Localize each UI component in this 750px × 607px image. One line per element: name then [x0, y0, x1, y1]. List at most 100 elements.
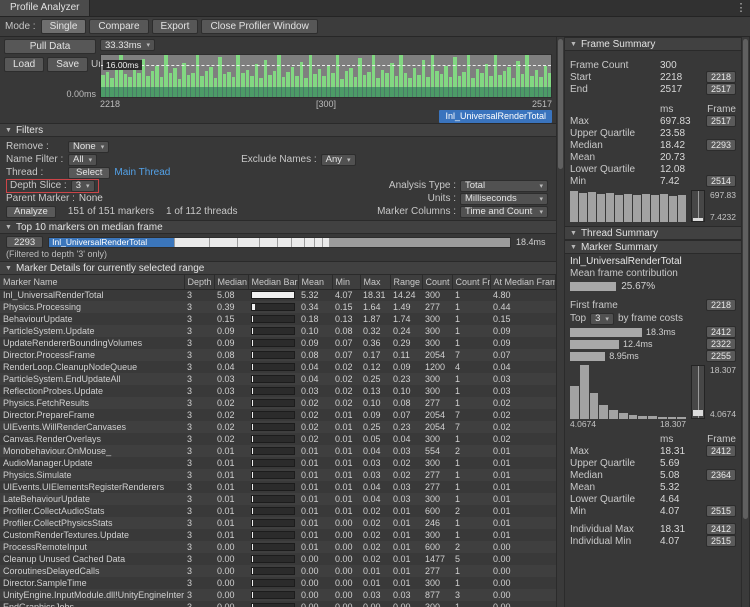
table-row[interactable]: Profiler.CollectAudioStats30.010.010.010… [0, 505, 556, 517]
top10-segment [315, 238, 322, 247]
filters-title: Filters [16, 125, 43, 136]
column-header[interactable]: Median [214, 275, 248, 289]
median-bar [251, 483, 295, 491]
column-header[interactable]: Count Frame [452, 275, 490, 289]
left-scrollbar[interactable] [556, 37, 565, 607]
frame-badge[interactable]: 2412 [706, 445, 736, 457]
export-button[interactable]: Export [152, 19, 199, 34]
thread-select-button[interactable]: Select [68, 167, 110, 179]
table-row[interactable]: UnityEngine.InputModule.dll!UnityEngineI… [0, 589, 556, 601]
filters-section-header[interactable]: ▼ Filters [0, 123, 556, 137]
table-row[interactable]: UIEvents.UIElementsRegisterRenderers30.0… [0, 481, 556, 493]
frame-badge[interactable]: 2218 [706, 299, 736, 311]
tab-profile-analyzer[interactable]: Profile Analyzer [0, 0, 90, 16]
chevron-down-icon: ▾ [539, 182, 543, 190]
column-header[interactable]: Count [422, 275, 452, 289]
frame-cost-bar [570, 352, 605, 361]
top10-bar[interactable]: Inl_UniversalRenderTotal [48, 237, 511, 248]
table-row[interactable]: LateBehaviourUpdate30.010.010.010.040.03… [0, 493, 556, 505]
table-row[interactable]: Director.ProcessFrame30.080.080.070.170.… [0, 349, 556, 361]
frame-badge[interactable]: 2517 [706, 83, 736, 95]
table-row[interactable]: EndGraphicsJobs30.000.000.000.000.003001… [0, 601, 556, 607]
top10-filter-note: (Filtered to depth '3' only) [0, 249, 556, 261]
close-profiler-window-button[interactable]: Close Profiler Window [201, 19, 317, 34]
frame-badge[interactable]: 2364 [706, 469, 736, 481]
marker-columns-dropdown[interactable]: Time and Count ▾ [460, 206, 548, 218]
remove-dropdown[interactable]: None ▾ [68, 141, 109, 153]
foldout-arrow-icon: ▼ [5, 224, 12, 231]
table-row[interactable]: ParticleSystem.Update30.090.100.080.320.… [0, 325, 556, 337]
frame-badge[interactable]: 2515 [706, 505, 736, 517]
table-row[interactable]: CoroutinesDelayedCalls30.000.000.000.010… [0, 565, 556, 577]
name-filter-dropdown[interactable]: All ▾ [68, 154, 97, 166]
selected-marker-badge[interactable]: Inl_UniversalRenderTotal [439, 110, 552, 123]
frame-badge[interactable]: 2322 [706, 338, 736, 350]
save-button[interactable]: Save [47, 57, 88, 72]
stat-row: Median5.082364 [565, 469, 741, 481]
frame-badge[interactable]: 2412 [706, 523, 736, 535]
column-header[interactable]: Min [332, 275, 360, 289]
mode-compare-button[interactable]: Compare [89, 19, 148, 34]
median-bar [251, 591, 295, 599]
table-row[interactable]: Physics.Processing30.390.340.151.641.492… [0, 301, 556, 313]
table-row[interactable]: UIEvents.WillRenderCanvases30.020.020.01… [0, 421, 556, 433]
table-row[interactable]: Physics.Simulate30.010.010.010.030.02277… [0, 469, 556, 481]
column-header[interactable]: Depth [184, 275, 214, 289]
frame-badge[interactable]: 2255 [706, 350, 736, 362]
dropdown-value: 33.33ms [105, 40, 141, 51]
mode-single-button[interactable]: Single [41, 19, 87, 34]
table-row[interactable]: Profiler.CollectPhysicsStats30.010.010.0… [0, 517, 556, 529]
marker-summary-section-header[interactable]: ▼ Marker Summary [565, 240, 741, 254]
frame-badge[interactable]: 2412 [706, 326, 736, 338]
table-row[interactable]: BehaviourUpdate30.150.180.131.871.743001… [0, 313, 556, 325]
window-menu-icon[interactable]: ⋮ [732, 0, 750, 16]
frame-time-graph[interactable]: 16.00ms [100, 54, 552, 98]
table-row[interactable]: ReflectionProbes.Update30.030.030.020.13… [0, 385, 556, 397]
table-row[interactable]: ParticleSystem.EndUpdateAll30.030.040.02… [0, 373, 556, 385]
units-dropdown[interactable]: Milliseconds ▾ [460, 193, 548, 205]
table-row[interactable]: Physics.FetchResults30.020.020.020.100.0… [0, 397, 556, 409]
frame-badge[interactable]: 2293 [706, 139, 736, 151]
table-row[interactable]: Cleanup Unused Cached Data30.000.000.000… [0, 553, 556, 565]
table-row[interactable]: Inl_UniversalRenderTotal35.085.324.0718.… [0, 289, 556, 301]
column-header[interactable]: Marker Name [0, 275, 184, 289]
column-header[interactable]: Range [390, 275, 422, 289]
table-row[interactable]: UpdateRendererBoundingVolumes30.090.090.… [0, 337, 556, 349]
table-row[interactable]: Director.PrepareFrame30.020.020.010.090.… [0, 409, 556, 421]
depth-slice-dropdown[interactable]: 3 ▾ [71, 180, 95, 192]
marker-details-section-header[interactable]: ▼ Marker Details for currently selected … [0, 261, 556, 275]
dropdown-value: 3 [595, 313, 600, 324]
exclude-names-dropdown[interactable]: Any ▾ [321, 154, 356, 166]
analyze-button[interactable]: Analyze [6, 206, 56, 218]
median-frame-badge[interactable]: 2293 [6, 236, 43, 248]
right-scrollbar-thumb[interactable] [743, 39, 748, 519]
table-row[interactable]: AudioManager.Update30.010.010.010.030.02… [0, 457, 556, 469]
thread-summary-section-header[interactable]: ▼ Thread Summary [565, 226, 741, 240]
analysis-type-dropdown[interactable]: Total ▾ [460, 180, 548, 192]
chevron-down-icon: ▾ [101, 143, 105, 151]
table-row[interactable]: Monobehaviour.OnMouse_30.010.010.010.040… [0, 445, 556, 457]
frame-badge[interactable]: 2515 [706, 535, 736, 547]
frame-badge[interactable]: 2218 [706, 71, 736, 83]
left-scrollbar-thumb[interactable] [558, 39, 563, 169]
table-row[interactable]: RenderLoop.CleanupNodeQueue30.040.040.02… [0, 361, 556, 373]
frame-badge[interactable]: 2514 [706, 175, 736, 187]
frame-badge[interactable]: 2517 [706, 115, 736, 127]
column-header[interactable]: At Median Frame [490, 275, 556, 289]
load-button[interactable]: Load [4, 57, 44, 72]
top10-section-header[interactable]: ▼ Top 10 markers on median frame [0, 220, 556, 234]
column-header[interactable]: Median Bar [248, 275, 298, 289]
table-row[interactable]: CustomRenderTextures.Update30.010.010.00… [0, 529, 556, 541]
column-header[interactable]: Max [360, 275, 390, 289]
table-row[interactable]: ProcessRemoteInput30.000.010.000.020.016… [0, 541, 556, 553]
table-row[interactable]: Director.SampleTime30.000.000.000.010.01… [0, 577, 556, 589]
column-header[interactable]: Mean [298, 275, 332, 289]
stat-row: Max18.312412 [565, 445, 741, 457]
frame-summary-section-header[interactable]: ▼ Frame Summary [565, 37, 741, 51]
table-row[interactable]: Canvas.RenderOverlays30.020.020.010.050.… [0, 433, 556, 445]
right-scrollbar[interactable] [741, 37, 750, 607]
top-n-dropdown[interactable]: 3 ▾ [590, 313, 614, 325]
frame-cost-bar [570, 340, 619, 349]
frame-range-dropdown[interactable]: 33.33ms ▾ [100, 39, 155, 51]
pull-data-button[interactable]: Pull Data [4, 39, 96, 54]
